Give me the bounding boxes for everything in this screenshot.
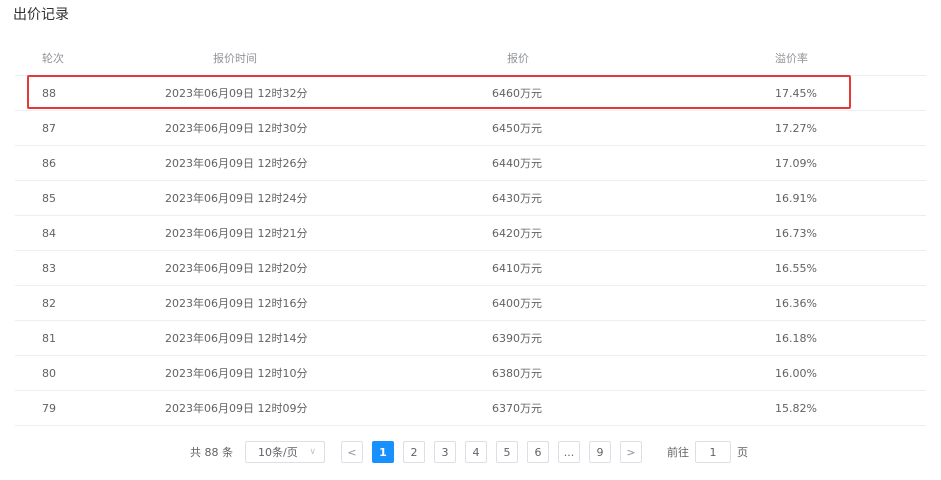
page-size-value: 10条/页: [258, 446, 298, 459]
cell-rate: 17.09%: [775, 156, 817, 170]
cell-rate: 15.82%: [775, 401, 817, 415]
cell-round: 80: [42, 366, 56, 380]
cell-time: 2023年06月09日 12时32分: [165, 87, 308, 100]
cell-price: 6410万元: [492, 262, 542, 275]
cell-rate: 17.45%: [775, 86, 817, 100]
header-rate: 溢价率: [775, 51, 808, 65]
cell-rate: 16.00%: [775, 366, 817, 380]
cell-round: 83: [42, 261, 56, 275]
cell-round: 88: [42, 86, 56, 100]
cell-price: 6460万元: [492, 87, 542, 100]
page-button[interactable]: 1: [372, 441, 394, 463]
cell-price: 6420万元: [492, 227, 542, 240]
cell-rate: 16.18%: [775, 331, 817, 345]
cell-rate: 16.55%: [775, 261, 817, 275]
table-row: 83 2023年06月09日 12时20分 6410万元 16.55%: [15, 251, 926, 286]
prev-page-button[interactable]: <: [341, 441, 363, 463]
table-row: 85 2023年06月09日 12时24分 6430万元 16.91%: [15, 181, 926, 216]
cell-price: 6390万元: [492, 332, 542, 345]
page-button[interactable]: 2: [403, 441, 425, 463]
cell-round: 82: [42, 296, 56, 310]
cell-round: 86: [42, 156, 56, 170]
header-time: 报价时间: [213, 51, 257, 65]
cell-time: 2023年06月09日 12时14分: [165, 332, 308, 345]
page-button[interactable]: 9: [589, 441, 611, 463]
chevron-down-icon: ∨: [309, 447, 316, 457]
chevron-left-icon: <: [347, 445, 357, 459]
cell-price: 6440万元: [492, 157, 542, 170]
header-round: 轮次: [42, 51, 64, 65]
page-button[interactable]: 4: [465, 441, 487, 463]
cell-round: 85: [42, 191, 56, 205]
cell-price: 6450万元: [492, 122, 542, 135]
page-button[interactable]: 5: [496, 441, 518, 463]
table-header: 轮次 报价时间 报价 溢价率: [15, 40, 926, 76]
goto-label: 前往: [667, 446, 689, 459]
cell-time: 2023年06月09日 12时21分: [165, 227, 308, 240]
cell-price: 6380万元: [492, 367, 542, 380]
cell-price: 6370万元: [492, 402, 542, 415]
cell-rate: 16.91%: [775, 191, 817, 205]
cell-time: 2023年06月09日 12时24分: [165, 192, 308, 205]
table-row: 81 2023年06月09日 12时14分 6390万元 16.18%: [15, 321, 926, 356]
page-button[interactable]: 6: [527, 441, 549, 463]
cell-round: 84: [42, 226, 56, 240]
page-title: 出价记录: [13, 7, 69, 23]
bid-records-table: 轮次 报价时间 报价 溢价率 88 2023年06月09日 12时32分 6460万…: [15, 40, 926, 426]
table-body: 88 2023年06月09日 12时32分 6460万元 17.45% 87 2023年0…: [15, 76, 926, 426]
cell-time: 2023年06月09日 12时10分: [165, 367, 308, 380]
cell-round: 81: [42, 331, 56, 345]
cell-round: 87: [42, 121, 56, 135]
page-list: 1 2 3 4 5 6... 9: [372, 441, 620, 463]
cell-time: 2023年06月09日 12时09分: [165, 402, 308, 415]
page-size-select[interactable]: 10条/页 ∨: [245, 441, 325, 463]
chevron-right-icon: >: [626, 445, 636, 459]
more-pages-button[interactable]: ...: [558, 441, 580, 463]
cell-price: 6400万元: [492, 297, 542, 310]
table-row: 88 2023年06月09日 12时32分 6460万元 17.45%: [15, 76, 926, 111]
table-row: 82 2023年06月09日 12时16分 6400万元 16.36%: [15, 286, 926, 321]
table-row: 86 2023年06月09日 12时26分 6440万元 17.09%: [15, 146, 926, 181]
goto-page: 前往 页: [667, 441, 748, 463]
total-count: 共 88 条: [190, 446, 233, 459]
page-button[interactable]: 3: [434, 441, 456, 463]
cell-price: 6430万元: [492, 192, 542, 205]
table-row: 84 2023年06月09日 12时21分 6420万元 16.73%: [15, 216, 926, 251]
cell-rate: 16.36%: [775, 296, 817, 310]
table-row: 87 2023年06月09日 12时30分 6450万元 17.27%: [15, 111, 926, 146]
cell-rate: 16.73%: [775, 226, 817, 240]
header-price: 报价: [507, 51, 529, 65]
cell-time: 2023年06月09日 12时30分: [165, 122, 308, 135]
goto-page-input[interactable]: [695, 441, 731, 463]
cell-time: 2023年06月09日 12时20分: [165, 262, 308, 275]
cell-round: 79: [42, 401, 56, 415]
cell-rate: 17.27%: [775, 121, 817, 135]
table-row: 79 2023年06月09日 12时09分 6370万元 15.82%: [15, 391, 926, 426]
cell-time: 2023年06月09日 12时16分: [165, 297, 308, 310]
goto-suffix: 页: [737, 446, 748, 459]
cell-time: 2023年06月09日 12时26分: [165, 157, 308, 170]
table-row: 80 2023年06月09日 12时10分 6380万元 16.00%: [15, 356, 926, 391]
pagination: 共 88 条 10条/页 ∨ < 123456... 9 > 前往 页: [190, 441, 748, 463]
next-page-button[interactable]: >: [620, 441, 642, 463]
